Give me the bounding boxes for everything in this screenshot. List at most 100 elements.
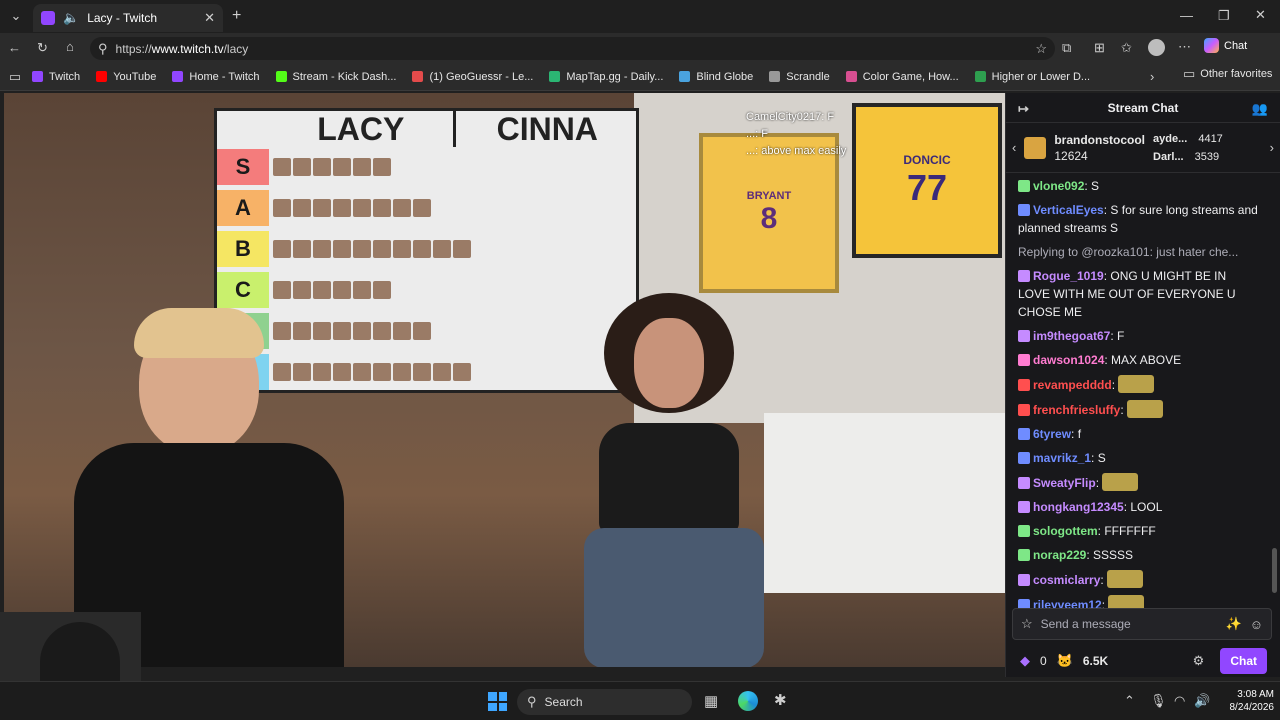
refresh-icon[interactable]: ↻ xyxy=(37,40,48,56)
chat-username[interactable]: Rogue_1019 xyxy=(1033,269,1104,283)
user-badge[interactable] xyxy=(1018,204,1030,216)
minimize-icon[interactable]: — xyxy=(1180,8,1193,23)
copilot-button[interactable]: Chat xyxy=(1204,38,1247,53)
next-icon[interactable]: › xyxy=(1270,140,1274,155)
chat-message[interactable]: cosmiclarry: xyxy=(1018,570,1260,589)
settings-icon[interactable]: ⚙ xyxy=(1193,653,1205,669)
chat-message[interactable]: frenchfriesluffy: xyxy=(1018,400,1260,419)
tab-lacy-twitch[interactable]: 🔈 Lacy - Twitch ✕ xyxy=(33,4,223,32)
favorite-item[interactable]: Color Game, How... xyxy=(838,65,967,89)
chat-message[interactable]: norap229: SSSSS xyxy=(1018,546,1260,564)
maximize-icon[interactable]: ❐ xyxy=(1218,8,1230,24)
other-favorites[interactable]: ▭ Other favorites xyxy=(1183,66,1272,82)
chat-message[interactable]: hongkang12345: LOOL xyxy=(1018,498,1260,516)
channel-points-icon[interactable]: 🐱 xyxy=(1057,653,1073,669)
user-badge[interactable] xyxy=(1018,428,1030,440)
more-menu-icon[interactable]: ⋯ xyxy=(1178,39,1191,55)
start-icon[interactable] xyxy=(488,692,507,711)
chat-message[interactable]: im9thegoat67: F xyxy=(1018,327,1260,345)
chat-username[interactable]: sologottem xyxy=(1033,524,1098,538)
favorite-item[interactable]: Home - Twitch xyxy=(164,65,267,89)
user-badge[interactable] xyxy=(1018,270,1030,282)
stream-video[interactable]: BRYANT 8 DONCIC 77 LACY CINNA SABCDE Cam… xyxy=(4,93,1005,667)
user-badge[interactable] xyxy=(1018,330,1030,342)
chat-username[interactable]: dawson1024 xyxy=(1033,353,1104,367)
extensions-icon[interactable]: ⧉ xyxy=(1062,40,1071,56)
close-tab-icon[interactable]: ✕ xyxy=(204,10,215,26)
emote-image[interactable] xyxy=(1127,400,1164,418)
taskbar-search[interactable]: ⚲ Search xyxy=(517,689,692,715)
favorite-item[interactable]: Scrandle xyxy=(761,65,837,89)
url-field[interactable]: ⚲ https://www.twitch.tv/lacy ☆ xyxy=(90,37,1055,60)
chat-username[interactable]: hongkang12345 xyxy=(1033,500,1124,514)
bits-icon[interactable]: ◆ xyxy=(1020,653,1030,669)
chat-message[interactable]: 6tyrew: f xyxy=(1018,425,1260,443)
user-badge[interactable] xyxy=(1018,501,1030,513)
favorite-item[interactable]: Twitch xyxy=(24,65,88,89)
user-badge[interactable] xyxy=(1018,574,1030,586)
favorite-star-icon[interactable]: ☆ xyxy=(1035,41,1047,57)
user-badge[interactable] xyxy=(1018,525,1030,537)
user-badge[interactable] xyxy=(1018,549,1030,561)
favorite-item[interactable]: (1) GeoGuessr - Le... xyxy=(404,65,541,89)
chat-message[interactable]: dawson1024: MAX ABOVE xyxy=(1018,351,1260,369)
split-screen-icon[interactable]: ⊞ xyxy=(1094,40,1105,56)
chat-username[interactable]: norap229 xyxy=(1033,548,1086,562)
chat-message[interactable]: mavrikz_1: S xyxy=(1018,449,1260,467)
favorite-item[interactable]: Higher or Lower D... xyxy=(967,65,1098,89)
chat-username[interactable]: frenchfriesluffy xyxy=(1033,403,1120,417)
chat-username[interactable]: mavrikz_1 xyxy=(1033,451,1091,465)
prev-icon[interactable]: ‹ xyxy=(1012,140,1016,155)
user-badge[interactable] xyxy=(1018,379,1030,391)
community-icon[interactable]: 👥 xyxy=(1252,101,1268,117)
chat-message[interactable]: SweatyFlip: xyxy=(1018,473,1260,492)
site-info-icon[interactable]: ⚲ xyxy=(98,41,108,57)
new-tab-icon[interactable]: + xyxy=(232,7,241,25)
edge-icon[interactable] xyxy=(738,691,758,711)
emote-image[interactable] xyxy=(1107,570,1144,588)
user-badge[interactable] xyxy=(1018,452,1030,464)
chat-username[interactable]: SweatyFlip xyxy=(1033,476,1096,490)
chat-username[interactable]: revampedddd xyxy=(1033,378,1112,392)
tab-list-icon[interactable]: ⌄ xyxy=(8,8,24,24)
effects-icon[interactable]: ✨ xyxy=(1226,616,1242,632)
emote-image[interactable] xyxy=(1118,375,1155,393)
profile-avatar[interactable] xyxy=(1148,39,1165,56)
user-badge[interactable] xyxy=(1018,404,1030,416)
favorites-overflow-icon[interactable]: › xyxy=(1150,69,1154,84)
collapse-chat-icon[interactable]: ↦ xyxy=(1018,101,1029,117)
chat-scrollbar[interactable] xyxy=(1272,548,1277,593)
audio-icon[interactable]: 🔈 xyxy=(63,10,79,26)
close-window-icon[interactable]: ✕ xyxy=(1255,7,1266,23)
chat-message[interactable]: sologottem: FFFFFFF xyxy=(1018,522,1260,540)
chat-message[interactable]: VerticalEyes: S for sure long streams an… xyxy=(1018,201,1260,237)
chat-username[interactable]: 6tyrew xyxy=(1033,427,1071,441)
chat-username[interactable]: vlone092 xyxy=(1033,179,1084,193)
favorites-icon[interactable]: ✩ xyxy=(1121,40,1132,56)
favorite-item[interactable]: MapTap.gg - Daily... xyxy=(541,65,671,89)
collections-icon[interactable]: ▭ xyxy=(6,69,24,85)
favorite-item[interactable]: Stream - Kick Dash... xyxy=(268,65,405,89)
app-icon[interactable]: ✱ xyxy=(774,691,787,709)
wifi-icon[interactable]: ◠ xyxy=(1174,693,1185,709)
clock[interactable]: 3:08 AM 8/24/2026 xyxy=(1214,688,1275,714)
chat-send-button[interactable]: Chat xyxy=(1220,648,1267,674)
chat-message[interactable]: vlone092: S xyxy=(1018,177,1260,195)
chat-username[interactable]: VerticalEyes xyxy=(1033,203,1104,217)
chat-message[interactable]: Rogue_1019: ONG U MIGHT BE IN LOVE WITH … xyxy=(1018,267,1260,321)
favorite-item[interactable]: YouTube xyxy=(88,65,164,89)
chat-message[interactable]: Replying to @roozka101: just hater che..… xyxy=(1018,243,1260,261)
emote-picker-icon[interactable]: ☺ xyxy=(1250,617,1263,632)
back-icon[interactable]: ← xyxy=(8,40,21,55)
badge-picker-icon[interactable]: ☆ xyxy=(1021,616,1033,632)
user-badge[interactable] xyxy=(1018,477,1030,489)
home-icon[interactable]: ⌂ xyxy=(66,39,74,54)
tray-overflow-icon[interactable]: ⌃ xyxy=(1124,693,1135,709)
mic-icon[interactable]: 🎙 xyxy=(1150,693,1167,709)
chat-username[interactable]: im9thegoat67 xyxy=(1033,329,1110,343)
user-badge[interactable] xyxy=(1018,180,1030,192)
chat-username[interactable]: cosmiclarry xyxy=(1033,573,1100,587)
favorite-item[interactable]: Blind Globe xyxy=(671,65,761,89)
user-badge[interactable] xyxy=(1018,354,1030,366)
emote-image[interactable] xyxy=(1102,473,1139,491)
